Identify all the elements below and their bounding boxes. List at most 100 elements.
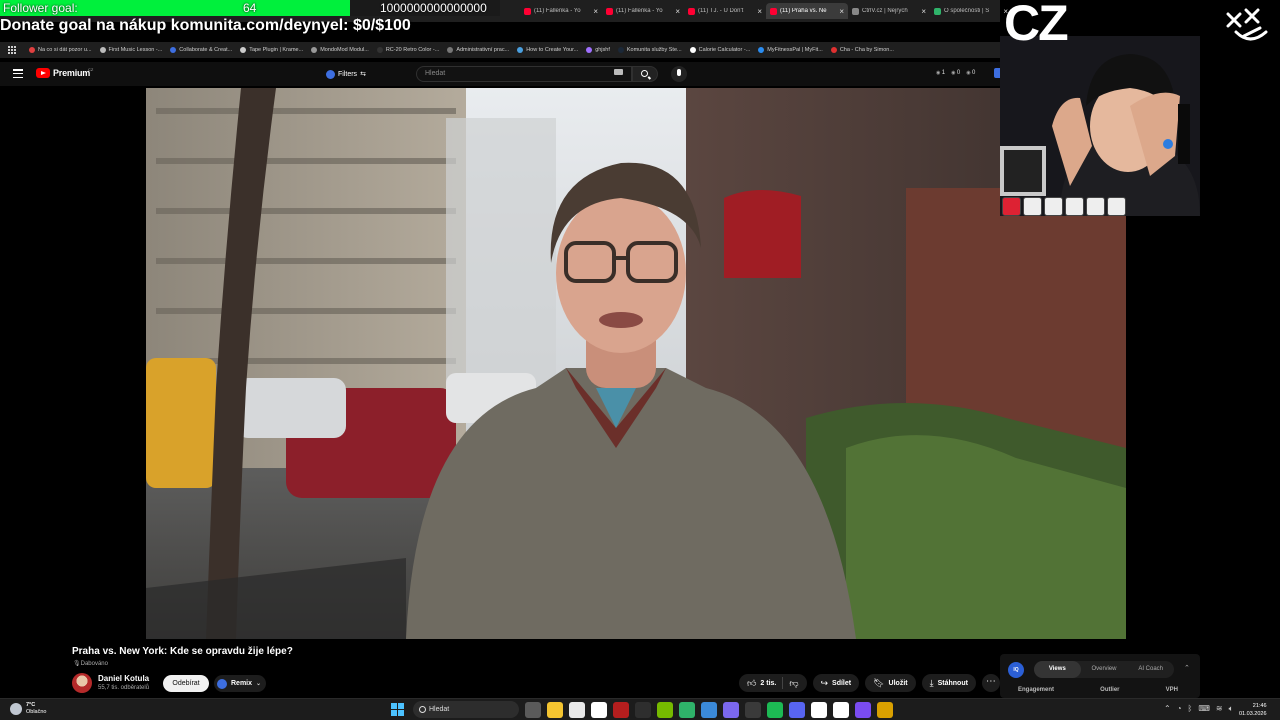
follower-goal-bar: Follower goal: 64 1000000000000000 — [0, 0, 500, 16]
taskbar-app-icon[interactable] — [745, 702, 761, 718]
tab-favicon-icon — [770, 7, 777, 15]
bookmarks-bar: Na co si dát pozor u... First Music Lesso… — [0, 42, 1000, 58]
taskbar-app-icon[interactable] — [811, 702, 827, 718]
keyboard-tray-icon[interactable]: ⌨ — [1198, 704, 1210, 714]
bluetooth-icon[interactable]: ᛒ — [1188, 704, 1193, 714]
taskbar-app-icon[interactable] — [767, 702, 783, 718]
browser-tab[interactable]: (11) Praha vs. Ne × — [766, 3, 848, 19]
network-icon[interactable]: ◔ — [1177, 704, 1182, 714]
menu-icon[interactable] — [13, 69, 23, 78]
country-label: CZ — [1004, 0, 1069, 51]
taskbar-app-icon[interactable] — [525, 702, 541, 718]
vidiq-tab[interactable]: Views — [1034, 661, 1081, 678]
bookmark-item[interactable]: Calorie Calculator -... — [689, 47, 751, 53]
taskbar-app-icon[interactable] — [657, 702, 673, 718]
tab-title: CtrlV.cz | Nejrych — [862, 8, 908, 14]
taskbar-app-icon[interactable] — [547, 702, 563, 718]
taskbar-app-icon[interactable] — [569, 702, 585, 718]
taskbar-app-icon[interactable] — [679, 702, 695, 718]
windows-start-icon[interactable] — [391, 703, 404, 716]
chevron-up-icon[interactable]: ⌃ — [1164, 704, 1171, 714]
subscribe-button[interactable]: Odebírat — [163, 675, 209, 692]
ext-stat-1: 1 — [936, 70, 945, 76]
close-icon[interactable]: × — [921, 7, 926, 16]
channel-name[interactable]: Daniel Kotula — [98, 674, 149, 683]
taskbar-app-icon[interactable] — [701, 702, 717, 718]
taskbar-search[interactable]: Hledat — [413, 701, 519, 718]
bookmark-item[interactable]: RC-20 Retro Color -... — [376, 47, 439, 53]
keyboard-icon[interactable] — [614, 69, 623, 75]
weather-widget[interactable]: 7°C Oblačno — [10, 702, 47, 716]
thumbs-down-icon[interactable]: 👎︎ — [789, 678, 798, 689]
weapon-badge — [1086, 197, 1105, 216]
more-actions-button[interactable]: ⋯ — [981, 674, 1000, 692]
follower-goal-target: 1000000000000000 — [380, 1, 487, 15]
bookmark-item[interactable]: First Music Lesson -... — [99, 47, 162, 53]
browser-tab[interactable]: (11) Fallenka - Yo × — [602, 3, 684, 19]
youtube-logo[interactable]: Premium — [36, 68, 90, 78]
close-icon[interactable]: × — [675, 7, 680, 16]
bookmark-item[interactable]: Tape Plugin | Krame... — [240, 47, 303, 53]
close-icon[interactable]: × — [593, 7, 598, 16]
taskbar-app-icon[interactable] — [635, 702, 651, 718]
apps-grid-icon[interactable] — [8, 45, 17, 55]
like-divider — [782, 677, 784, 689]
bookmark-item[interactable]: MyFitnessPal | MyFit... — [758, 47, 823, 53]
browser-tab[interactable]: (11) TJ. - U Don't × — [684, 3, 766, 19]
thumbs-up-icon: 👍︎ — [747, 677, 757, 688]
avatar[interactable] — [72, 673, 92, 693]
bookmark-item[interactable]: Administrativní prac... — [447, 47, 509, 53]
bookmark-item[interactable]: Collaborate & Creat... — [170, 47, 232, 53]
vidiq-tab[interactable]: AI Coach — [1127, 661, 1174, 678]
follower-goal-label: Follower goal: — [3, 1, 78, 15]
share-icon: ↪ — [820, 677, 829, 688]
chevron-up-icon[interactable]: ⌃ — [1184, 664, 1190, 672]
like-button[interactable]: 👍︎ 2 tis. 👎︎ — [739, 674, 807, 692]
bookmark-favicon-icon — [99, 47, 106, 53]
taskbar-app-icon[interactable] — [723, 702, 739, 718]
download-button[interactable]: ⤓ Stáhnout — [921, 674, 976, 692]
browser-tab[interactable]: (11) Fallenka - Yo × — [520, 3, 602, 19]
wifi-icon[interactable]: ≋ — [1216, 704, 1223, 714]
taskbar-app-icon[interactable] — [855, 702, 871, 718]
vidiq-logo[interactable]: IQ — [1008, 662, 1024, 678]
bookmark-item[interactable]: Na co si dát pozor u... — [29, 47, 92, 53]
bookmark-favicon-icon — [170, 47, 177, 53]
video-player[interactable] — [146, 88, 1126, 639]
voice-search-button[interactable] — [671, 66, 687, 82]
filters-button[interactable]: Filters ⇆ — [326, 67, 366, 81]
remix-button[interactable]: Remix ⌄ — [214, 675, 266, 692]
taskbar-app-icon[interactable] — [789, 702, 805, 718]
search-button[interactable] — [632, 66, 658, 82]
chat-badge — [1023, 197, 1042, 216]
taskbar-app-icon[interactable] — [877, 702, 893, 718]
bookmark-label: How to Create Your... — [526, 47, 579, 53]
tab-favicon-icon — [852, 7, 859, 15]
clock[interactable]: 21:46 01.03.2026 — [1239, 702, 1267, 718]
close-icon[interactable]: × — [757, 7, 762, 16]
bookmark-item[interactable]: How to Create Your... — [517, 47, 578, 53]
volume-icon[interactable]: 🔈︎ — [1229, 704, 1234, 714]
browser-tab[interactable]: O společnosti | S × — [930, 3, 1012, 19]
clock-date: 01.03.2026 — [1239, 711, 1267, 717]
taskbar-app-icon[interactable] — [613, 702, 629, 718]
bookmark-label: Calorie Calculator -... — [698, 47, 751, 53]
follower-goal-current: 64 — [243, 1, 257, 15]
bookmark-item[interactable]: MondoMod Modul... — [311, 47, 369, 53]
share-button[interactable]: ↪ Sdílet — [812, 674, 860, 692]
taskbar-app-icon[interactable] — [591, 702, 607, 718]
youtube-play-icon — [36, 68, 50, 78]
close-icon[interactable]: × — [839, 7, 844, 16]
vidiq-tab[interactable]: Overview — [1081, 661, 1128, 678]
remix-label: Remix — [231, 680, 253, 687]
browser-tab[interactable]: CtrlV.cz | Nejrych × — [848, 3, 930, 19]
search-input[interactable]: Hledat — [416, 66, 632, 82]
extension-stats: 1 0 0 — [936, 70, 976, 76]
streamer-logo — [1226, 8, 1268, 41]
bookmark-item[interactable]: Komunita služby Ste... — [617, 47, 682, 53]
bookmark-item[interactable]: ghjshf — [586, 47, 610, 53]
like-count: 2 tis. — [760, 679, 777, 687]
taskbar-app-icon[interactable] — [833, 702, 849, 718]
bookmark-item[interactable]: Cha - Cha by Simon... — [830, 47, 894, 53]
save-button[interactable]: 🔖︎ Uložit — [865, 674, 916, 692]
